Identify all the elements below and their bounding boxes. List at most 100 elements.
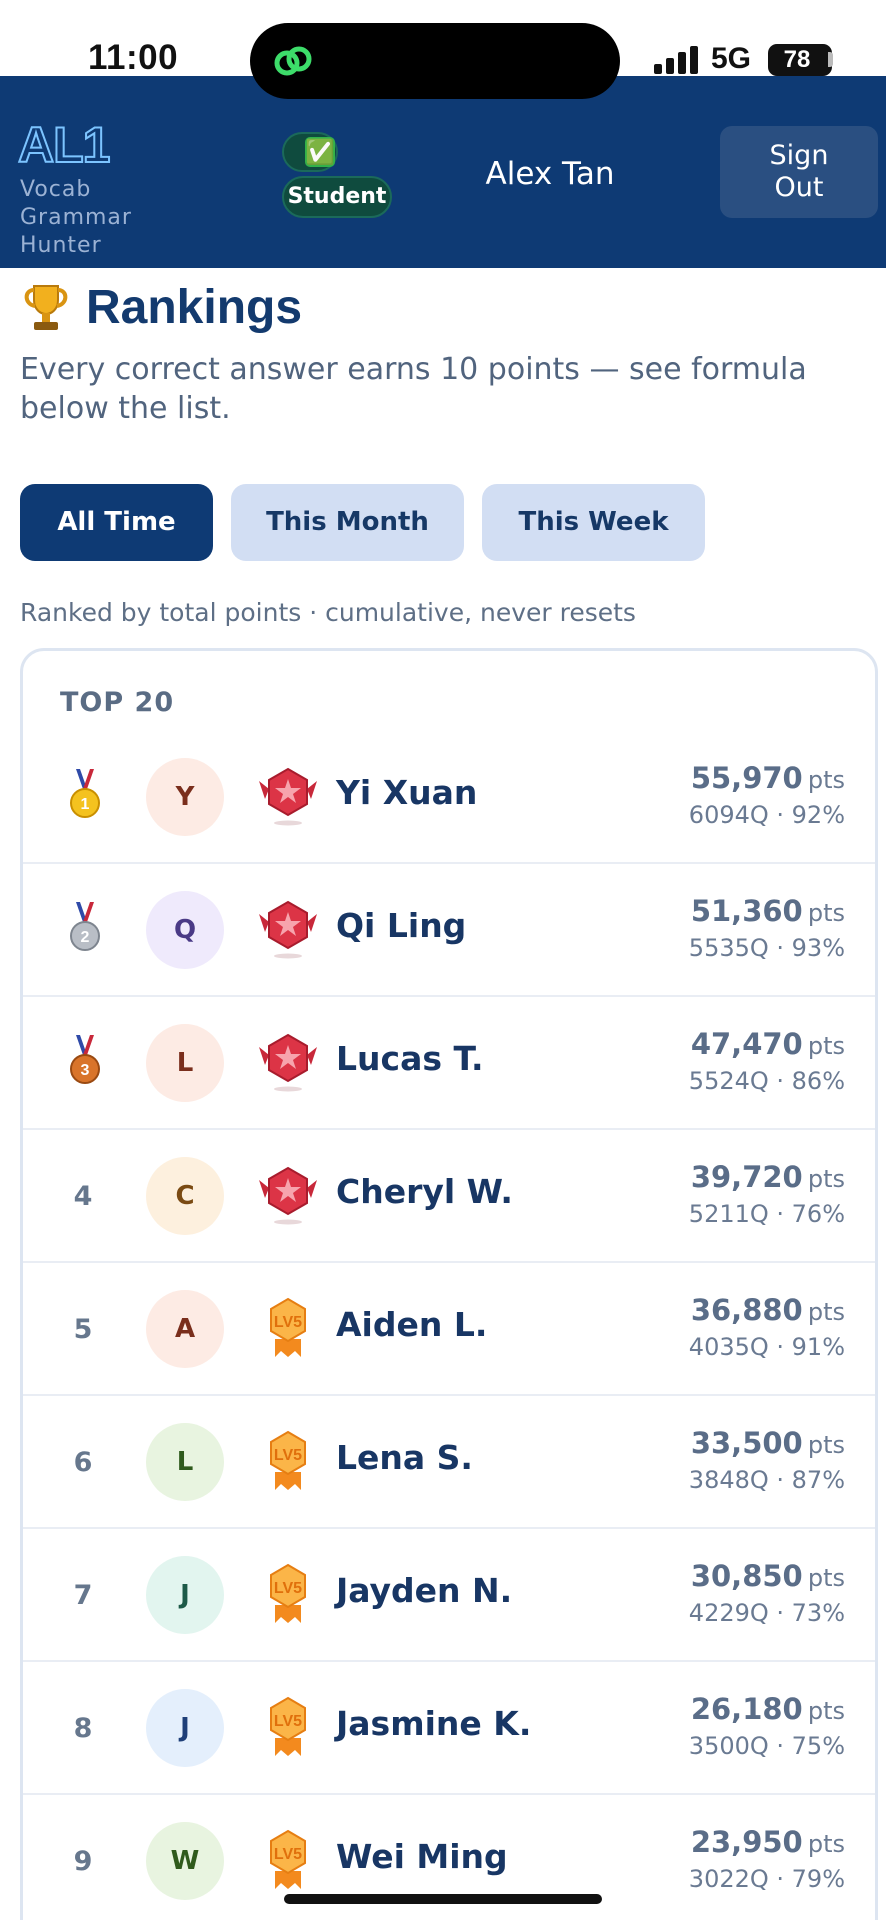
points-unit: pts (807, 1830, 845, 1858)
red-star-badge-icon (255, 1162, 321, 1228)
player-stats: 3500Q · 75% (688, 1732, 845, 1760)
leaderboard-row[interactable]: 2 Q Qi Ling 51,360 pts 5535Q · 93% (23, 864, 875, 997)
badge-level: LV5 (274, 1314, 302, 1331)
points-value: 26,180 (690, 1692, 803, 1726)
home-indicator[interactable] (284, 1894, 602, 1904)
badge-level: LV5 (274, 1580, 302, 1597)
badge-level: LV5 (274, 1447, 302, 1464)
avatar[interactable]: J (146, 1689, 224, 1767)
lv5-badge-icon: LV5 (255, 1827, 321, 1893)
player-stats: 4035Q · 91% (688, 1333, 845, 1361)
points-unit: pts (807, 1697, 845, 1725)
points-line: 33,500 pts (691, 1426, 845, 1460)
leaderboard-row[interactable]: 1 Y Yi Xuan 55,970 pts 6094Q · 92% (23, 731, 875, 864)
lv5-badge-icon: LV5 (255, 1295, 321, 1361)
rank-number: 8 (73, 1713, 93, 1744)
silver-medal-icon: 2 (68, 902, 102, 954)
points-line: 36,880 pts (691, 1293, 845, 1327)
badge-level: LV5 (274, 1713, 302, 1730)
player-name: Lucas T. (336, 1039, 484, 1078)
leaderboard-list: 1 Y Yi Xuan 55,970 pts 6094Q · 92% 2 Q Qi Ling 5… (23, 731, 875, 1920)
gold-medal-icon: 1 (68, 769, 102, 821)
points-unit: pts (807, 1564, 845, 1592)
rank-number: 9 (73, 1846, 93, 1877)
avatar[interactable]: A (146, 1290, 224, 1368)
player-stats: 5211Q · 76% (688, 1200, 845, 1228)
page-title: Rankings (86, 281, 303, 334)
status-bar: 11:00 5G 78 (0, 0, 886, 99)
player-stats: 3022Q · 79% (688, 1865, 845, 1893)
bronze-medal-icon: 3 (68, 1035, 102, 1087)
lv5-badge-icon: LV5 (255, 1694, 321, 1760)
points-value: 33,500 (690, 1426, 803, 1460)
player-name: Cheryl W. (336, 1172, 513, 1211)
points-unit: pts (807, 1431, 845, 1459)
points-value: 23,950 (690, 1825, 803, 1859)
leaderboard-row[interactable]: 3 L Lucas T. 47,470 pts 5524Q · 86% (23, 997, 875, 1130)
points-unit: pts (807, 1032, 845, 1060)
trophy-icon (24, 285, 68, 330)
lv5-badge-icon: LV5 (255, 1428, 321, 1494)
leaderboard-title: TOP 20 (60, 687, 175, 718)
points-value: 47,470 (690, 1027, 803, 1061)
leaderboard-row[interactable]: 5 A LV5 Aiden L. 36,880 pts 4035Q · 91% (23, 1263, 875, 1396)
leaderboard-row[interactable]: 7 J LV5 Jayden N. 30,850 pts 4229Q · 73% (23, 1529, 875, 1662)
player-name: Jasmine K. (336, 1704, 532, 1743)
points-line: 39,720 pts (691, 1160, 845, 1194)
avatar[interactable]: L (146, 1024, 224, 1102)
link-app-icon (274, 46, 312, 76)
rank-number: 4 (73, 1181, 93, 1212)
leaderboard-row[interactable]: 4 C Cheryl W. 39,720 pts 5211Q · 76% (23, 1130, 875, 1263)
user-name: Alex Tan (485, 156, 615, 192)
rank-number: 6 (73, 1447, 93, 1478)
points-unit: pts (807, 1298, 845, 1326)
network-label: 5G (711, 42, 752, 75)
player-name: Lena S. (336, 1438, 473, 1477)
leaderboard-card: TOP 20 1 Y Yi Xuan 55,970 pts 6094Q · 92% 2 Q Q… (20, 648, 878, 1920)
points-line: 26,180 pts (691, 1692, 845, 1726)
points-unit: pts (807, 1165, 845, 1193)
points-value: 36,880 (690, 1293, 803, 1327)
player-name: Wei Ming (336, 1837, 508, 1876)
points-line: 55,970 pts (691, 761, 845, 795)
points-line: 30,850 pts (691, 1559, 845, 1593)
player-name: Yi Xuan (336, 773, 478, 812)
red-star-badge-icon (255, 1029, 321, 1095)
avatar[interactable]: Q (146, 891, 224, 969)
battery-tip (828, 52, 833, 67)
player-name: Qi Ling (336, 906, 467, 945)
player-stats: 5524Q · 86% (688, 1067, 845, 1095)
medal-number: 1 (81, 796, 90, 813)
avatar[interactable]: W (146, 1822, 224, 1900)
avatar[interactable]: C (146, 1157, 224, 1235)
app-logo[interactable]: AL1 (17, 116, 111, 174)
leaderboard-row[interactable]: 6 L LV5 Lena S. 33,500 pts 3848Q · 87% (23, 1396, 875, 1529)
points-value: 51,360 (690, 894, 803, 928)
points-unit: pts (807, 899, 845, 927)
sign-out-button[interactable]: Sign Out (720, 126, 878, 218)
points-value: 55,970 (690, 761, 803, 795)
battery-level: 78 (783, 46, 811, 73)
avatar[interactable]: L (146, 1423, 224, 1501)
tab-all-time[interactable]: All Time (20, 484, 213, 561)
avatar[interactable]: Y (146, 758, 224, 836)
points-line: 23,950 pts (691, 1825, 845, 1859)
rank-number: 5 (73, 1314, 93, 1345)
badge-level: LV5 (274, 1846, 302, 1863)
player-name: Jayden N. (336, 1571, 513, 1610)
red-star-badge-icon (255, 896, 321, 962)
rank-number: 7 (73, 1580, 93, 1611)
status-time: 11:00 (88, 38, 179, 77)
tab-this-week[interactable]: This Week (482, 484, 705, 561)
battery-icon: 78 (768, 44, 832, 76)
tab-this-month[interactable]: This Month (231, 484, 464, 561)
dynamic-island (250, 23, 620, 99)
player-stats: 4229Q · 73% (688, 1599, 845, 1627)
medal-number: 3 (81, 1062, 90, 1079)
leaderboard-row[interactable]: 8 J LV5 Jasmine K. 26,180 pts 3500Q · 75% (23, 1662, 875, 1795)
avatar[interactable]: J (146, 1556, 224, 1634)
player-stats: 6094Q · 92% (688, 801, 845, 829)
points-line: 51,360 pts (691, 894, 845, 928)
red-star-badge-icon (255, 763, 321, 829)
points-value: 39,720 (690, 1160, 803, 1194)
